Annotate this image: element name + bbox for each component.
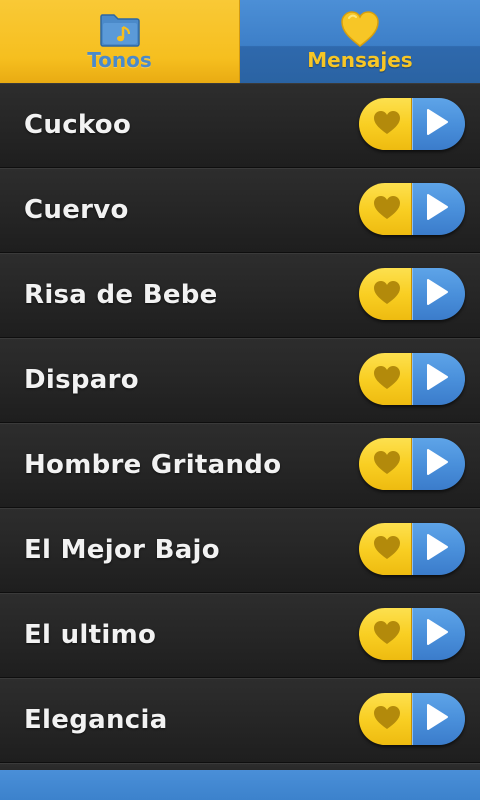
heart-icon <box>372 109 402 140</box>
play-button[interactable] <box>412 268 465 320</box>
list-item[interactable]: El ultimo <box>0 593 480 678</box>
favorite-button[interactable] <box>359 268 412 320</box>
heart-icon <box>372 279 402 310</box>
action-pill <box>359 438 465 490</box>
action-pill <box>359 268 465 320</box>
action-pill <box>359 608 465 660</box>
play-button[interactable] <box>412 353 465 405</box>
play-icon <box>425 618 449 650</box>
play-icon <box>425 108 449 140</box>
favorite-button[interactable] <box>359 98 412 150</box>
action-pill <box>359 693 465 745</box>
list-item[interactable]: Risa de Bebe <box>0 253 480 338</box>
heart-icon <box>372 534 402 565</box>
play-button[interactable] <box>412 608 465 660</box>
action-pill <box>359 523 465 575</box>
favorite-button[interactable] <box>359 693 412 745</box>
action-pill <box>359 98 465 150</box>
play-button[interactable] <box>412 438 465 490</box>
play-icon <box>425 363 449 395</box>
play-icon <box>425 278 449 310</box>
ringtone-title: Risa de Bebe <box>24 280 218 310</box>
play-button[interactable] <box>412 693 465 745</box>
heart-icon <box>372 194 402 225</box>
tab-mensajes-label: Mensajes <box>307 48 413 72</box>
list-item[interactable]: Cuervo <box>0 168 480 253</box>
favorite-button[interactable] <box>359 608 412 660</box>
tab-tonos[interactable]: Tonos <box>0 0 240 83</box>
list-item[interactable]: Elegancia <box>0 678 480 763</box>
list-item[interactable]: El Mejor Bajo <box>0 508 480 593</box>
action-pill <box>359 183 465 235</box>
action-pill <box>359 353 465 405</box>
list-item[interactable]: Cuckoo <box>0 83 480 168</box>
heart-icon <box>372 449 402 480</box>
folder-music-icon <box>98 8 142 50</box>
ringtone-title: Hombre Gritando <box>24 450 282 480</box>
ringtone-title: Cuckoo <box>24 110 132 140</box>
ringtone-title: Elegancia <box>24 705 168 735</box>
play-icon <box>425 193 449 225</box>
play-icon <box>425 533 449 565</box>
play-button[interactable] <box>412 523 465 575</box>
list-item[interactable]: Disparo <box>0 338 480 423</box>
ringtone-list: Cuckoo Cuervo Risa de Bebe Disparo Hombr… <box>0 83 480 770</box>
heart-icon <box>338 8 382 50</box>
tab-mensajes[interactable]: Mensajes <box>240 0 480 83</box>
bottom-bar <box>0 770 480 800</box>
play-icon <box>425 448 449 480</box>
heart-icon <box>372 704 402 735</box>
ringtone-title: Cuervo <box>24 195 129 225</box>
heart-icon <box>372 619 402 650</box>
tab-bar: Tonos Mensajes <box>0 0 480 83</box>
play-button[interactable] <box>412 183 465 235</box>
play-button[interactable] <box>412 98 465 150</box>
list-item[interactable]: Hombre Gritando <box>0 423 480 508</box>
favorite-button[interactable] <box>359 438 412 490</box>
ringtone-title: Disparo <box>24 365 139 395</box>
ringtone-title: El Mejor Bajo <box>24 535 220 565</box>
play-icon <box>425 703 449 735</box>
favorite-button[interactable] <box>359 353 412 405</box>
heart-icon <box>372 364 402 395</box>
list-item-partial <box>0 763 480 770</box>
tab-tonos-label: Tonos <box>87 48 152 72</box>
favorite-button[interactable] <box>359 183 412 235</box>
favorite-button[interactable] <box>359 523 412 575</box>
ringtone-app: Tonos Mensajes Cuckoo Cuervo Risa de Beb… <box>0 0 480 800</box>
ringtone-title: El ultimo <box>24 620 157 650</box>
